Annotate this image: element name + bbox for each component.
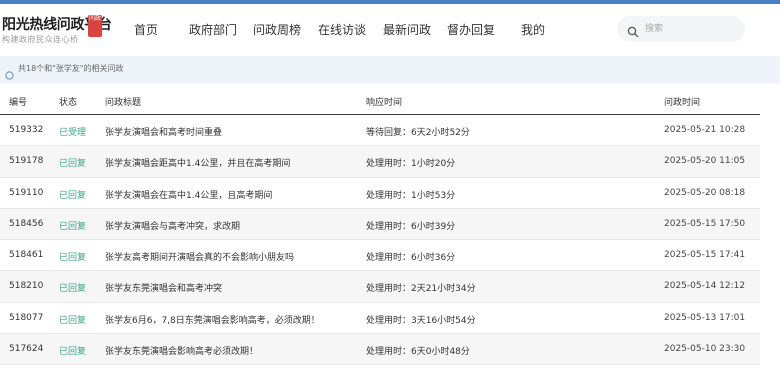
row-status: 已回复 (59, 315, 87, 326)
row-response: 处理用时：6小时36分 (366, 253, 456, 264)
row-title[interactable]: 张学友演唱会与高考冲突，求改期 (105, 219, 240, 232)
row-time: 2025-05-20 11:05 (664, 156, 746, 167)
nav-item-mine[interactable]: 我的 (521, 21, 545, 38)
site-header: 阳光热线问政平台 问政 构建政府民众连心桥 首页 政府部门 问政周榜 在线访谈 … (0, 4, 780, 54)
search-box[interactable] (617, 16, 745, 42)
table-row[interactable]: 519110 已回复 张学友演唱会在高中1.4公里，且高考期间 处理用时：1小时… (0, 178, 760, 209)
row-response: 处理用时：2天21小时34分 (366, 284, 476, 295)
nav-item-departments[interactable]: 政府部门 (189, 21, 237, 38)
table-row[interactable]: 518210 已回复 张学友东莞演唱会和高考冲突 处理用时：2天21小时34分 … (0, 271, 760, 303)
row-time: 2025-05-15 17:41 (664, 250, 746, 261)
row-title[interactable]: 张学友6月6，7,8日东莞演唱会影响高考，必须改期！ (105, 313, 320, 326)
row-title[interactable]: 张学友演唱会在高中1.4公里，且高考期间 (105, 188, 272, 201)
table-header: 编号 状态 问政标题 响应时间 问政时间 (0, 86, 760, 115)
row-time: 2025-05-15 17:50 (664, 218, 746, 229)
row-status: 已回复 (59, 190, 87, 201)
row-title[interactable]: 张学友东莞演唱会影响高考必须改期！ (105, 344, 258, 357)
logo-seal: 问政 (88, 15, 102, 37)
row-id: 518456 (9, 218, 44, 229)
row-status: 已回复 (59, 284, 87, 295)
search-icon[interactable] (627, 23, 639, 38)
table-row[interactable]: 518461 已回复 张学友高考期间开演唱会真的不会影响小朋友吗 处理用时：6小… (0, 240, 760, 272)
row-time: 2025-05-14 12:12 (664, 281, 746, 292)
row-response: 处理用时：3天16小时54分 (366, 315, 476, 326)
nav-item-weekly-ranking[interactable]: 问政周榜 (253, 21, 301, 38)
row-response: 处理用时：1小时53分 (366, 190, 456, 201)
row-time: 2025-05-20 08:18 (664, 187, 746, 198)
row-title[interactable]: 张学友东莞演唱会和高考冲突 (105, 281, 222, 294)
info-circle-icon (5, 65, 14, 80)
row-status: 已受理 (59, 128, 87, 138)
row-id: 517624 (9, 344, 44, 355)
column-header-time: 问政时间 (664, 98, 701, 108)
column-header-id: 编号 (9, 98, 28, 108)
column-header-title: 问政标题 (105, 98, 142, 108)
nav-item-supervision[interactable]: 督办回复 (447, 21, 495, 38)
search-input[interactable] (645, 20, 735, 38)
row-id: 519110 (9, 187, 44, 198)
row-id: 519178 (9, 156, 44, 167)
row-status: 已回复 (59, 253, 87, 264)
nav-item-home[interactable]: 首页 (134, 21, 158, 38)
row-response: 处理用时：1小时20分 (366, 159, 456, 170)
row-status: 已回复 (59, 221, 87, 232)
row-time: 2025-05-10 23:30 (664, 344, 746, 355)
table-row[interactable]: 519332 已受理 张学友演唱会和高考时间重叠 等待回复：6天2小时52分 2… (0, 115, 760, 147)
table-row[interactable]: 517624 已回复 张学友东莞演唱会影响高考必须改期！ 处理用时：6天0小时4… (0, 334, 760, 365)
row-status: 已回复 (59, 347, 87, 358)
row-time: 2025-05-21 10:28 (664, 125, 746, 135)
nav-item-interviews[interactable]: 在线访谈 (318, 21, 366, 38)
row-time: 2025-05-13 17:01 (664, 312, 746, 323)
row-title[interactable]: 张学友高考期间开演唱会真的不会影响小朋友吗 (105, 250, 294, 263)
row-title[interactable]: 张学友演唱会和高考时间重叠 (105, 125, 222, 138)
row-response: 处理用时：6小时39分 (366, 221, 456, 232)
row-id: 519332 (9, 125, 44, 135)
results-table: 编号 状态 问政标题 响应时间 问政时间 519332 已受理 张学友演唱会和高… (0, 86, 760, 365)
row-title[interactable]: 张学友演唱会距高中1.4公里，并且在高考期间 (105, 156, 290, 169)
row-id: 518461 (9, 250, 44, 261)
row-id: 518077 (9, 312, 44, 323)
nav-item-latest[interactable]: 最新问政 (383, 21, 431, 38)
row-response: 处理用时：6天0小时48分 (366, 347, 470, 358)
table-row[interactable]: 519178 已回复 张学友演唱会距高中1.4公里，并且在高考期间 处理用时：1… (0, 146, 760, 178)
site-logo[interactable]: 阳光热线问政平台 问政 构建政府民众连心桥 (2, 14, 112, 48)
row-status: 已回复 (59, 159, 87, 170)
column-header-status: 状态 (59, 98, 78, 108)
site-subtitle: 构建政府民众连心桥 (2, 35, 79, 44)
row-response: 等待回复：6天2小时52分 (366, 128, 470, 138)
table-row[interactable]: 518077 已回复 张学友6月6，7,8日东莞演唱会影响高考，必须改期！ 处理… (0, 303, 760, 335)
row-id: 518210 (9, 281, 44, 292)
table-row[interactable]: 518456 已回复 张学友演唱会与高考冲突，求改期 处理用时：6小时39分 2… (0, 208, 760, 241)
result-notice: 共18个和"张学友"的相关问政 (0, 56, 780, 83)
column-header-response: 响应时间 (366, 98, 403, 108)
result-count-text: 共18个和"张学友"的相关问政 (18, 64, 124, 73)
